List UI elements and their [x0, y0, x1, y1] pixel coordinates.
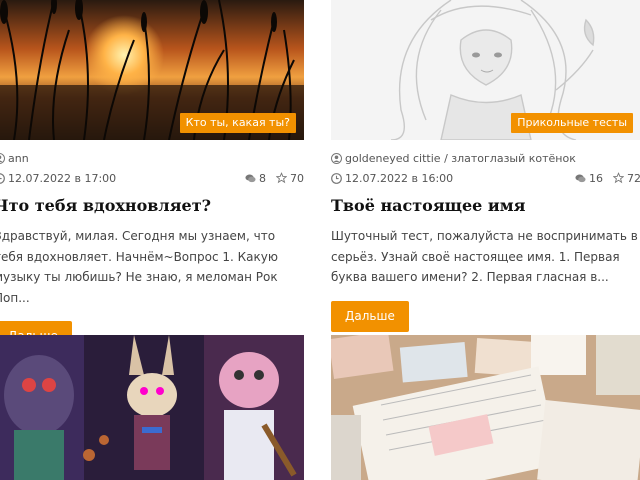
post-title[interactable]: Что тебя вдохновляет?: [0, 195, 304, 217]
author-name[interactable]: goldeneyed cittie / златоглазый котёнок: [345, 152, 576, 165]
post-title[interactable]: Твоё настоящее имя: [331, 195, 640, 217]
category-badge[interactable]: Кто ты, какая ты?: [179, 113, 296, 133]
post-card: Прикольные тесты goldeneyed cittie / зла…: [331, 0, 640, 332]
post-thumbnail-sunset-reeds[interactable]: Кто ты, какая ты?: [0, 0, 304, 140]
post-card: [0, 335, 304, 480]
star-icon: [613, 172, 624, 184]
post-card: Кто ты, какая ты? ann 12.07.2022 в 17:00…: [0, 0, 304, 352]
clock-icon: [331, 172, 342, 184]
stars-count[interactable]: 70: [276, 172, 304, 185]
author-name[interactable]: ann: [8, 152, 29, 165]
post-date: 12.07.2022 в 16:00: [345, 171, 454, 185]
post-excerpt: Шуточный тест, пожалуйста не воспринимат…: [331, 229, 638, 284]
comments-count[interactable]: 16: [575, 172, 603, 185]
user-icon: [0, 152, 5, 164]
clock-icon: [0, 172, 5, 184]
read-more-button[interactable]: Дальше: [331, 300, 409, 332]
post-thumbnail-notebook-desk[interactable]: [331, 335, 640, 480]
post-thumbnail-animatronics[interactable]: [0, 335, 304, 480]
post-excerpt: Здравствуй, милая. Сегодня мы узнаем, чт…: [0, 229, 278, 305]
category-badge[interactable]: Прикольные тесты: [511, 113, 633, 133]
post-date: 12.07.2022 в 17:00: [8, 171, 117, 185]
user-icon: [331, 152, 342, 164]
post-card: [331, 335, 640, 480]
stars-count[interactable]: 72: [613, 172, 640, 185]
post-author: goldeneyed cittie / златоглазый котёнок: [331, 151, 640, 165]
comments-icon: [575, 173, 586, 184]
comments-icon: [245, 173, 256, 184]
post-author: ann: [0, 151, 304, 165]
post-meta: 12.07.2022 в 17:00 8 70: [0, 171, 304, 185]
star-icon: [276, 172, 287, 184]
comments-count[interactable]: 8: [245, 172, 266, 185]
post-thumbnail-sketch-girl[interactable]: Прикольные тесты: [331, 0, 640, 140]
post-meta: 12.07.2022 в 16:00 16 72: [331, 171, 640, 185]
